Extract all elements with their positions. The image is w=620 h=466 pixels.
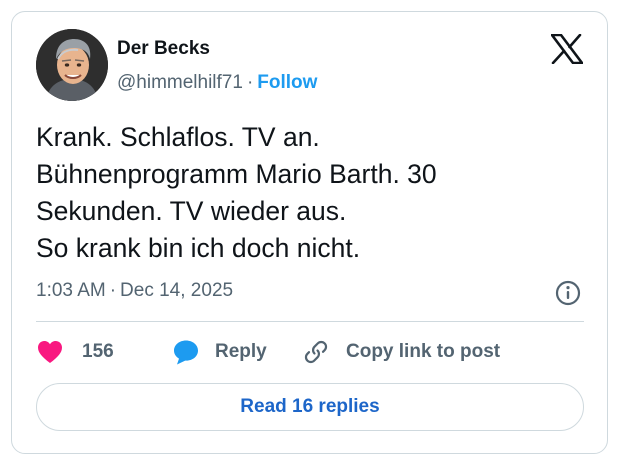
copy-link-label: Copy link to post <box>346 341 501 362</box>
follow-button[interactable]: Follow <box>257 72 317 93</box>
avatar-image <box>36 29 108 101</box>
author-handle[interactable]: @himmelhilf71 <box>117 72 243 93</box>
reply-button[interactable]: Reply <box>172 336 267 368</box>
tweet-text: Krank. Schlaflos. TV an. Bühnenprogramm … <box>36 119 576 267</box>
tweet-text-line: So krank bin ich doch nicht. <box>36 233 361 263</box>
heart-icon <box>36 339 64 365</box>
like-count: 156 <box>82 341 114 362</box>
tweet-date: Dec 14, 2025 <box>120 280 234 301</box>
tweet-time: 1:03 AM <box>36 280 106 301</box>
x-logo-icon[interactable] <box>550 33 584 65</box>
separator-dot: · <box>246 72 254 93</box>
info-icon[interactable] <box>554 279 582 307</box>
divider <box>36 321 584 322</box>
copy-link-button[interactable]: Copy link to post <box>302 336 500 368</box>
action-bar: 156 Reply Copy link to post <box>36 336 596 368</box>
reply-label: Reply <box>215 341 267 362</box>
link-icon <box>302 338 330 366</box>
tweet-text-line: Bühnenprogramm Mario Barth. 30 <box>36 159 437 189</box>
like-button[interactable]: 156 <box>36 336 114 368</box>
tweet-text-line: Krank. Schlaflos. TV an. <box>36 122 320 152</box>
speech-bubble-icon <box>172 338 200 366</box>
separator-dot: · <box>109 280 117 301</box>
author-name[interactable]: Der Becks <box>117 38 210 60</box>
tweet-timestamp[interactable]: 1:03 AM · Dec 14, 2025 <box>36 280 233 302</box>
handle-row: @himmelhilf71 · Follow <box>117 72 317 94</box>
avatar[interactable] <box>36 29 108 101</box>
tweet-text-line: Sekunden. TV wieder aus. <box>36 196 347 226</box>
tweet-card: Der Becks @himmelhilf71 · Follow Krank. Sc… <box>11 11 608 454</box>
read-replies-button[interactable]: Read 16 replies <box>36 383 584 431</box>
